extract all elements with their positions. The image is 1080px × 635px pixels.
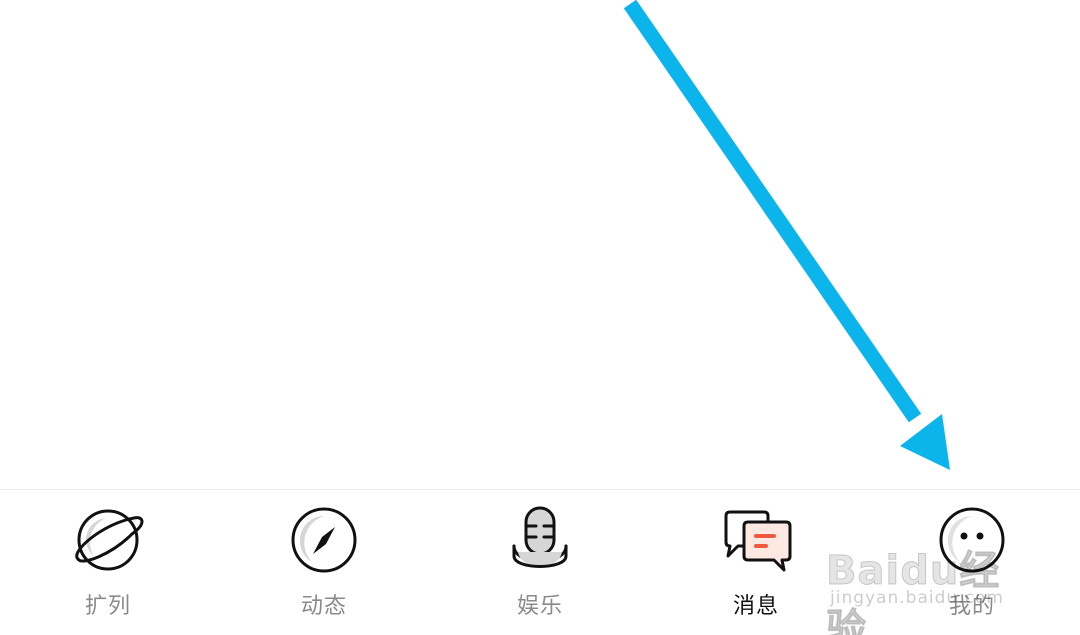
planet-icon [72,504,144,576]
chat-bubbles-icon [720,504,792,576]
content-area [0,0,1080,489]
tab-wode[interactable]: 我的 [864,490,1080,635]
tab-label: 动态 [300,594,347,619]
microphone-icon [504,504,576,576]
compass-icon [288,504,360,576]
tab-label: 我的 [948,594,995,619]
face-icon [936,504,1008,576]
tab-label: 扩列 [84,594,131,619]
tab-xiaoxi[interactable]: 消息 [648,490,864,635]
app-screen: 扩列 动态 娱乐 消息 我的 jingyan.baidu.com [0,0,1080,635]
tab-yule[interactable]: 娱乐 [432,490,648,635]
tab-kuolie[interactable]: 扩列 [0,490,216,635]
tab-label: 娱乐 [516,594,563,619]
tab-dongtai[interactable]: 动态 [216,490,432,635]
bottom-tab-bar: 扩列 动态 娱乐 消息 我的 [0,489,1080,635]
tab-label: 消息 [732,594,779,619]
